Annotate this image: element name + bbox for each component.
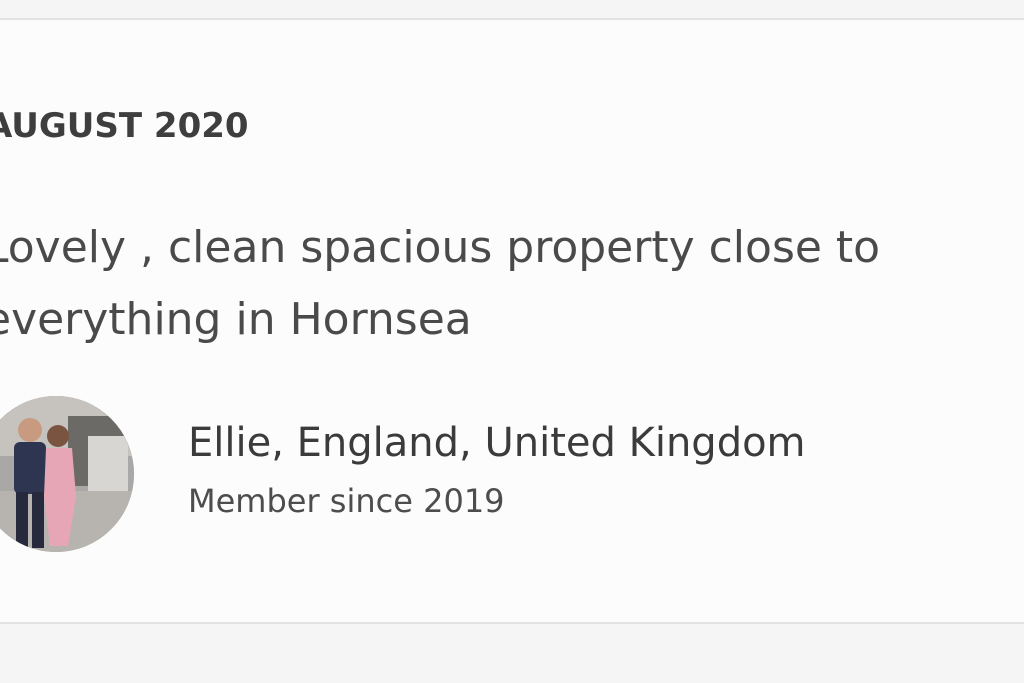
- review-date: AUGUST 2020: [0, 106, 249, 146]
- reviewer-info: Ellie, England, United Kingdom Member si…: [0, 396, 1024, 556]
- review-card: AUGUST 2020 Lovely , clean spacious prop…: [0, 18, 1024, 624]
- user-photo-avatar-icon: [0, 396, 134, 552]
- avatar[interactable]: [0, 396, 134, 552]
- review-text: Lovely , clean spacious property close t…: [0, 222, 881, 345]
- member-since: Member since 2019: [188, 482, 505, 520]
- reviewer-name[interactable]: Ellie, England, United Kingdom: [188, 420, 806, 466]
